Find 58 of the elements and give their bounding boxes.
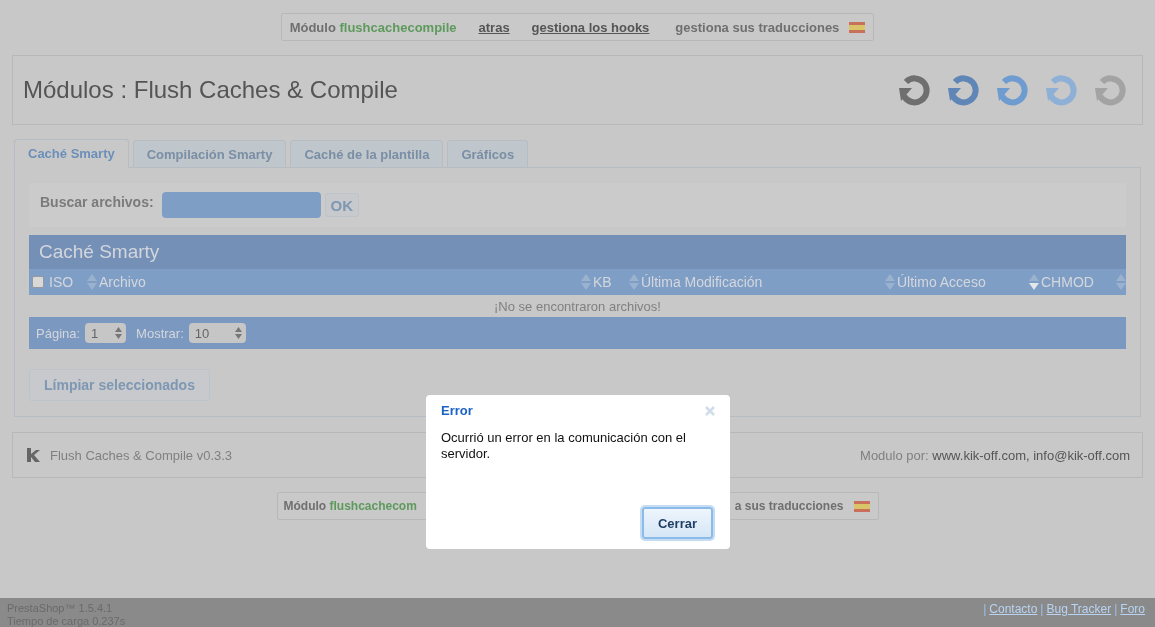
sort-icon[interactable]	[629, 274, 639, 290]
author-value: www.kik-off.com, info@kik-off.com	[932, 447, 1130, 463]
page-select[interactable]: 1	[85, 323, 127, 343]
tab[interactable]: Gráficos	[447, 140, 529, 168]
close-button[interactable]: Cerrar	[641, 507, 713, 539]
close-icon[interactable]	[705, 405, 715, 416]
refresh-icon[interactable]	[898, 74, 932, 106]
author-label: Modulo por:	[860, 447, 930, 463]
refresh-icon[interactable]	[1094, 74, 1128, 106]
sort-icon[interactable]	[1029, 274, 1039, 290]
module-label: Módulo	[289, 19, 337, 35]
show-label: Mostrar:	[136, 325, 184, 341]
tab[interactable]: Compilación Smarty	[132, 140, 287, 168]
refresh-icon[interactable]	[947, 74, 981, 106]
dialog-message: Ocurrió un error en la comunicación con el servidor.	[441, 430, 687, 462]
stepper-icon[interactable]	[234, 327, 242, 339]
dialog-title: Error	[441, 403, 473, 418]
show-select[interactable]: 10	[188, 323, 246, 343]
clear-selected-button[interactable]: Límpiar seleccionados	[29, 369, 210, 401]
sort-icon[interactable]	[1116, 274, 1126, 290]
tab[interactable]: Caché Smarty	[14, 139, 129, 168]
ok-button[interactable]: OK	[324, 193, 360, 217]
footer-link[interactable]: Bug Tracker	[1046, 602, 1112, 616]
page-title: Módulos : Flush Caches & Compile	[23, 76, 398, 104]
translations-link[interactable]: a sus traducciones	[734, 499, 844, 513]
footer-link[interactable]: Contacto	[989, 602, 1038, 616]
spain-flag-icon[interactable]	[853, 500, 870, 512]
footer-link[interactable]: Foro	[1120, 602, 1145, 616]
select-all-checkbox[interactable]	[32, 276, 44, 288]
sort-icon[interactable]	[885, 274, 895, 290]
column-header[interactable]: Archivo	[99, 274, 146, 290]
stepper-icon[interactable]	[115, 327, 123, 339]
column-header[interactable]: ISO	[49, 274, 74, 290]
link-separator: |	[1114, 602, 1118, 616]
column-header[interactable]: Último Acceso	[897, 274, 986, 290]
table-title: Caché Smarty	[29, 235, 1126, 269]
search-label: Buscar archivos:	[40, 194, 154, 210]
column-header[interactable]: CHMOD	[1041, 274, 1094, 290]
column-header[interactable]: KB	[593, 274, 612, 290]
link-separator: |	[1040, 602, 1044, 616]
nav-link[interactable]: atras	[478, 19, 510, 35]
search-field[interactable]	[161, 192, 321, 218]
translations-link[interactable]: gestiona sus traducciones	[675, 19, 840, 35]
link-separator: |	[983, 602, 987, 616]
sort-icon[interactable]	[581, 274, 591, 290]
module-version: Flush Caches & Compile v0.3.3	[50, 447, 233, 463]
sort-icon[interactable]	[87, 274, 97, 290]
refresh-icon[interactable]	[996, 74, 1030, 106]
page-label: Página:	[36, 325, 81, 341]
nav-link[interactable]: gestiona los hooks	[531, 19, 650, 35]
module-name: flushcachecom	[329, 499, 417, 513]
module-label: Módulo	[283, 499, 328, 513]
logo-icon	[27, 448, 40, 462]
spain-flag-icon[interactable]	[849, 21, 866, 33]
refresh-icon[interactable]	[1045, 74, 1079, 106]
column-header[interactable]: Última Modificación	[641, 274, 763, 290]
tab[interactable]: Caché de la plantilla	[290, 140, 444, 168]
module-name: flushcachecompile	[339, 19, 457, 35]
